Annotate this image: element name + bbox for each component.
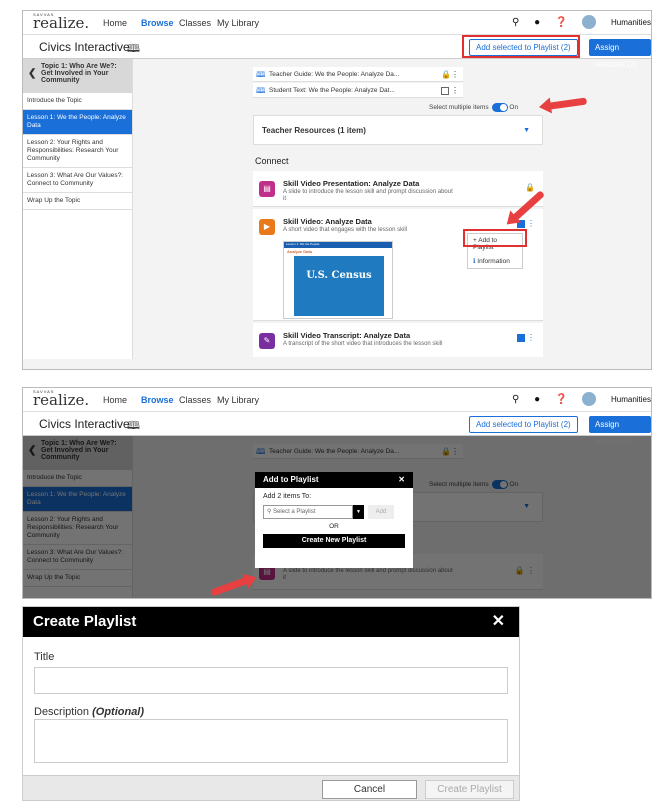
bell-icon[interactable]: ● (534, 394, 540, 405)
lock-more-icon[interactable]: 🔒⋮ (441, 67, 459, 82)
tutorial-page: SAVVAS realize. Home Browse Classes My Li… (0, 0, 652, 801)
add-items-label: Add 2 items To: (263, 493, 312, 500)
resource-student-text[interactable]: 🕮 Student Text: We the People: Analyze D… (253, 83, 463, 98)
search-icon[interactable]: ⚲ (512, 394, 519, 405)
card-skill-video-transcript[interactable]: ✎ Skill Video Transcript: Analyze Data A… (253, 323, 543, 357)
dialog-footer: Cancel Create Playlist (23, 775, 519, 800)
chevron-left-icon[interactable]: ❮ (28, 68, 36, 79)
resource-teacher-guide[interactable]: 🕮 Teacher Guide: We the People: Analyze … (253, 67, 463, 82)
create-playlist-dialog: Create Playlist ✕ Title Description (Opt… (22, 606, 520, 801)
description-label: Description (Optional) (34, 706, 145, 718)
playlist-select-row: ⚲ Select a Playlist ▼ Add (263, 505, 405, 519)
top-nav: SAVVAS realize. Home Browse Classes My Li… (23, 11, 651, 35)
lock-icon: 🔒 (525, 183, 535, 192)
sidebar-item-lesson-2[interactable]: Lesson 2: Your Rights and Responsibiliti… (23, 135, 132, 168)
user-name[interactable]: Humanities (611, 395, 651, 404)
caret-down-icon: ▼ (523, 127, 530, 134)
book-icon[interactable]: 🕮 (127, 417, 140, 436)
highlight-box (463, 229, 527, 247)
sidebar-item-lesson-3[interactable]: Lesson 3: What Are Our Values?: Connect … (23, 168, 132, 193)
bell-icon[interactable]: ● (534, 17, 540, 28)
dialog-title: Create Playlist (33, 613, 137, 630)
sidebar-topic-header[interactable]: ❮ Topic 1: Who Are We?: Get Involved in … (23, 59, 132, 93)
nav-classes[interactable]: Classes (179, 18, 211, 28)
cancel-button[interactable]: Cancel (322, 780, 417, 799)
or-divider: OR (329, 523, 339, 530)
teacher-resources-accordion[interactable]: Teacher Resources (1 item) ▼ (253, 115, 543, 145)
video-thumbnail[interactable]: Lesson 1: We the People Analyze Data U.S… (283, 241, 393, 319)
help-icon[interactable]: ❓ (555, 17, 567, 28)
info-icon: ℹ (473, 258, 476, 265)
course-title: Civics Interactive (39, 40, 130, 54)
chevron-down-icon[interactable]: ▼ (353, 505, 364, 519)
book-icon[interactable]: 🕮 (127, 40, 140, 59)
dialog-title: Add to Playlist (263, 475, 319, 484)
create-new-playlist-button[interactable]: Create New Playlist (263, 534, 405, 548)
close-icon[interactable]: ✕ (398, 472, 405, 488)
course-title: Civics Interactive (39, 417, 130, 431)
assign-selected-button[interactable]: Assign selected (2) (589, 39, 651, 69)
playlist-select[interactable]: ⚲ Select a Playlist (263, 505, 353, 519)
help-icon[interactable]: ❓ (555, 394, 567, 405)
book-icon: 🕮 (256, 86, 266, 95)
nav-my-library[interactable]: My Library (217, 395, 259, 405)
screenshot-panel-2: SAVVAS realize. Home Browse Classes My Li… (22, 387, 652, 599)
add-button[interactable]: Add (368, 505, 394, 519)
logo[interactable]: SAVVAS realize. (33, 12, 89, 32)
sidebar-item-lesson-1[interactable]: Lesson 1: We the People: Analyze Data (23, 110, 132, 135)
logo[interactable]: SAVVAS realize. (33, 389, 89, 409)
nav-my-library[interactable]: My Library (217, 18, 259, 28)
nav-browse[interactable]: Browse (141, 18, 174, 28)
assign-selected-button[interactable]: Assign selected (2) (589, 416, 651, 446)
sidebar-item-introduce[interactable]: Introduce the Topic (23, 93, 132, 110)
arrow-icon (546, 97, 588, 110)
nav-browse[interactable]: Browse (141, 395, 174, 405)
search-icon[interactable]: ⚲ (512, 17, 519, 28)
information-menu-item[interactable]: ℹ Information (468, 254, 522, 268)
nav-home[interactable]: Home (103, 395, 127, 405)
nav-classes[interactable]: Classes (179, 395, 211, 405)
card-skill-video-presentation[interactable]: ▤ Skill Video Presentation: Analyze Data… (253, 171, 543, 207)
course-toolbar: Civics Interactive 🕮 Add selected to Pla… (23, 412, 651, 446)
presentation-icon: ▤ (259, 181, 275, 197)
sidebar-item-wrap-up[interactable]: Wrap Up the Topic (23, 193, 132, 210)
description-input[interactable] (34, 719, 508, 763)
avatar[interactable] (582, 392, 597, 406)
highlight-box (462, 35, 580, 58)
transcript-icon: ✎ (259, 333, 275, 349)
screenshot-panel-1: SAVVAS realize. Home Browse Classes My Li… (22, 10, 652, 370)
select-multiple-toggle[interactable]: Select multiple items On (429, 103, 518, 112)
nav-home[interactable]: Home (103, 18, 127, 28)
user-name[interactable]: Humanities (611, 18, 651, 27)
avatar[interactable] (582, 15, 597, 29)
checkbox-more-icon[interactable]: ⋮ (516, 333, 535, 342)
book-icon: 🕮 (256, 70, 266, 79)
search-icon: ⚲ (267, 509, 272, 515)
checkbox-more-icon[interactable]: ⋮ (440, 83, 459, 98)
add-to-playlist-dialog: Add to Playlist ✕ Add 2 items To: ⚲ Sele… (255, 472, 413, 568)
nav-icons: ⚲ ● ❓ Humanities (512, 392, 651, 406)
create-playlist-button[interactable]: Create Playlist (425, 780, 514, 799)
top-nav: SAVVAS realize. Home Browse Classes My Li… (23, 388, 651, 412)
title-input[interactable] (34, 667, 508, 694)
toggle-switch[interactable] (491, 103, 508, 112)
sidebar: ❮ Topic 1: Who Are We?: Get Involved in … (23, 59, 133, 359)
close-icon[interactable]: ✕ (492, 607, 505, 637)
us-map-image: U.S. Census (294, 256, 384, 316)
play-icon: ▶ (259, 219, 275, 235)
nav-icons: ⚲ ● ❓ Humanities (512, 15, 651, 29)
title-label: Title (34, 651, 55, 663)
add-selected-to-playlist-button[interactable]: Add selected to Playlist (2) (469, 416, 578, 433)
section-connect: Connect (255, 156, 289, 166)
course-toolbar: Civics Interactive 🕮 Add selected to Pla… (23, 35, 651, 69)
